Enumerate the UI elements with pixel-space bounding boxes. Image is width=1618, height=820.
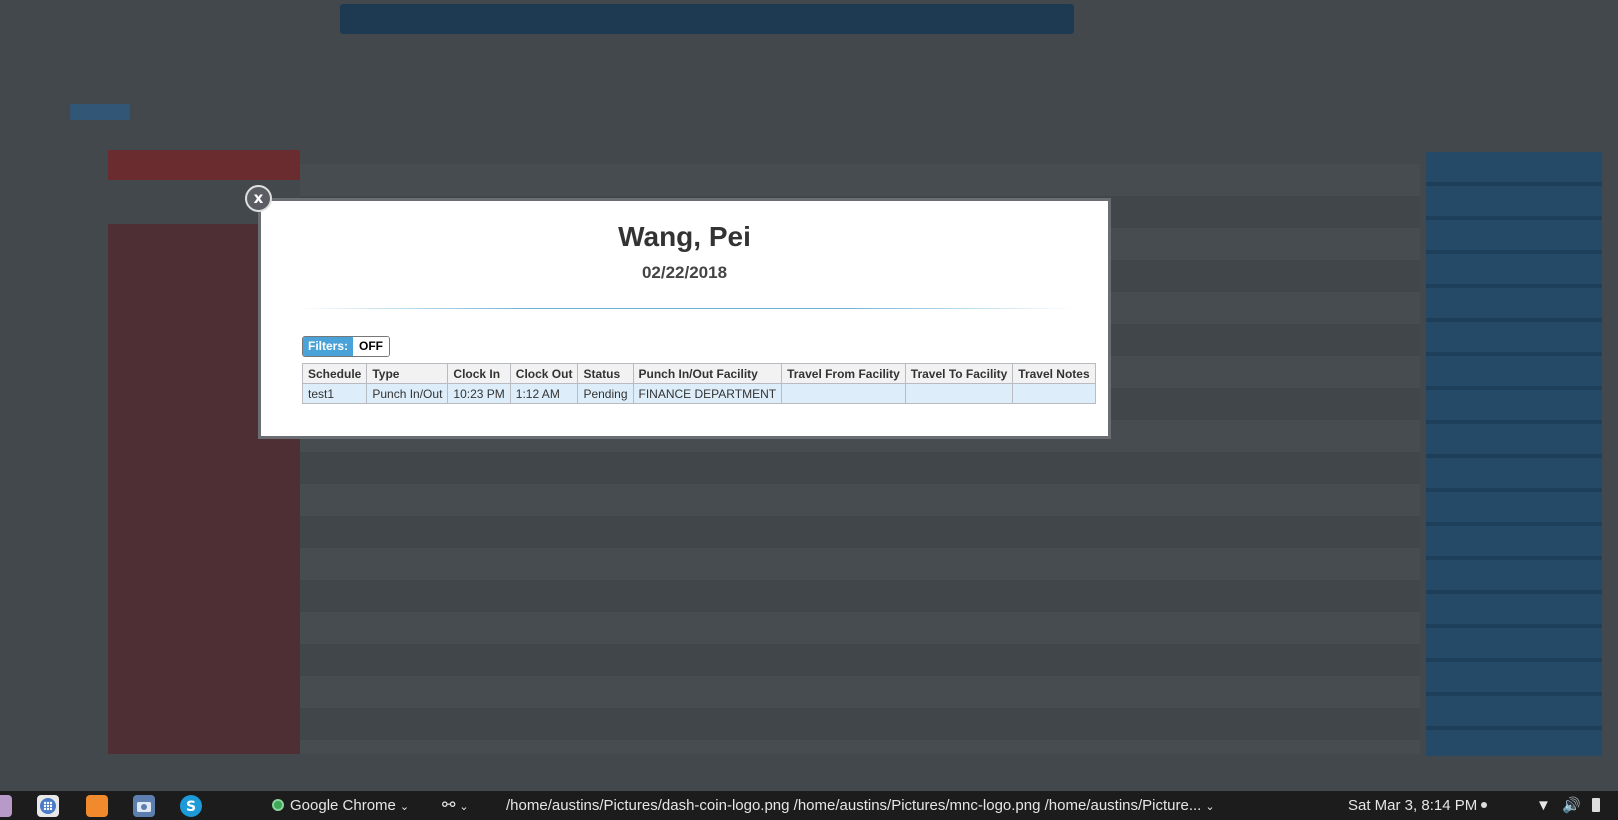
notification-dot-icon: [1481, 802, 1488, 808]
camera-icon[interactable]: [133, 795, 155, 817]
accessibility-icon: ⚯: [442, 797, 456, 814]
app-launcher-icon[interactable]: [37, 795, 59, 817]
cell-clock-in: 10:23 PM: [447, 383, 511, 404]
chrome-icon: [272, 799, 284, 811]
punch-detail-modal: Wang, Pei 02/22/2018 Filters: OFF Schedu…: [258, 198, 1111, 439]
modal-date: 02/22/2018: [641, 263, 728, 282]
clock[interactable]: Sat Mar 3, 8:14 PM: [1348, 791, 1488, 820]
active-window-label: Google Chrome: [290, 797, 396, 814]
skype-icon[interactable]: S: [180, 795, 202, 817]
cell-travel-notes: [1012, 383, 1096, 404]
volume-icon[interactable]: 🔊: [1562, 791, 1581, 820]
background-left-header: [108, 150, 300, 180]
table-row[interactable]: test1 Punch In/Out 10:23 PM 1:12 AM Pend…: [301, 383, 1096, 404]
chevron-down-icon: ⌄: [1205, 801, 1215, 813]
cell-travel-to: [904, 383, 1014, 404]
table-header-row: Schedule Type Clock In Clock Out Status …: [301, 363, 1096, 384]
employee-name: Wang, Pei: [618, 221, 751, 252]
cell-type: Punch In/Out: [366, 383, 449, 404]
column-header[interactable]: Travel Notes: [1012, 363, 1096, 384]
column-header[interactable]: Type: [366, 363, 449, 384]
cell-schedule: test1: [301, 383, 368, 404]
column-header[interactable]: Clock Out: [509, 363, 579, 384]
battery-icon[interactable]: [1592, 791, 1600, 820]
wifi-icon[interactable]: ▼: [1536, 791, 1551, 820]
files-icon[interactable]: [0, 795, 12, 817]
background-subnav: [70, 104, 130, 120]
column-header[interactable]: Punch In/Out Facility: [632, 363, 783, 384]
cell-travel-from: [781, 383, 906, 404]
background-top-bar: [340, 4, 1074, 34]
modal-divider: [297, 308, 1075, 309]
background-right-panel: [1426, 152, 1602, 756]
cell-punch-facility: FINANCE DEPARTMENT: [632, 383, 783, 404]
window-title-menu[interactable]: /home/austins/Pictures/dash-coin-logo.pn…: [506, 791, 1215, 820]
firefox-icon[interactable]: [86, 795, 108, 817]
chevron-down-icon: ⌄: [399, 801, 410, 813]
filters-toggle[interactable]: Filters: OFF: [302, 336, 391, 357]
column-header[interactable]: Status: [577, 363, 634, 384]
column-header[interactable]: Schedule: [301, 363, 368, 384]
accessibility-menu[interactable]: ⚯ ⌄: [442, 791, 469, 820]
punch-table: Schedule Type Clock In Clock Out Status …: [301, 363, 1096, 404]
clock-text: Sat Mar 3, 8:14 PM: [1348, 797, 1478, 814]
column-header[interactable]: Travel From Facility: [781, 363, 906, 384]
active-window-menu[interactable]: Google Chrome ⌄: [272, 791, 409, 820]
cell-status: Pending: [577, 383, 634, 404]
filters-label: Filters:: [303, 337, 354, 356]
filters-state: OFF: [353, 337, 390, 356]
window-title: /home/austins/Pictures/dash-coin-logo.pn…: [506, 797, 1202, 814]
column-header[interactable]: Clock In: [447, 363, 511, 384]
cell-clock-out: 1:12 AM: [509, 383, 579, 404]
modal-close-button[interactable]: x: [245, 185, 272, 212]
svg-text:S: S: [186, 799, 196, 815]
chevron-down-icon: ⌄: [459, 801, 469, 813]
taskbar: S Google Chrome ⌄ ⚯ ⌄ /home/austins/Pictur…: [0, 791, 1618, 820]
column-header[interactable]: Travel To Facility: [904, 363, 1014, 384]
